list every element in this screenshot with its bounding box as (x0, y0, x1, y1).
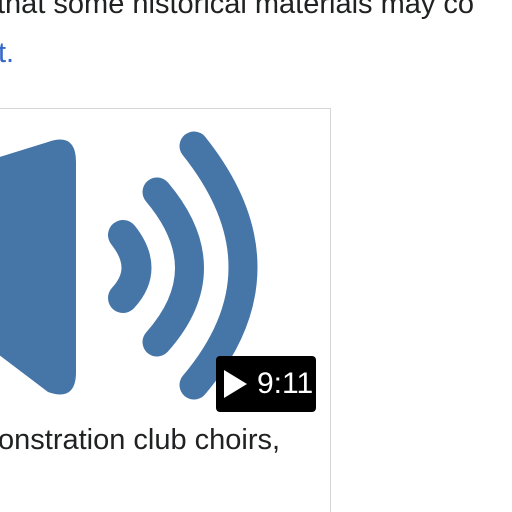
speaker-volume-icon (0, 131, 258, 400)
media-duration: 9:11 (257, 367, 314, 400)
play-icon (224, 370, 247, 398)
speaker-cone-shape (0, 139, 76, 395)
sound-wave-medium (142, 177, 204, 357)
page: that some historical materials may co t.… (0, 0, 512, 512)
sound-wave-small (108, 220, 152, 313)
media-caption: onstration club choirs, (0, 424, 281, 456)
play-duration-button[interactable]: 9:11 (216, 356, 316, 412)
